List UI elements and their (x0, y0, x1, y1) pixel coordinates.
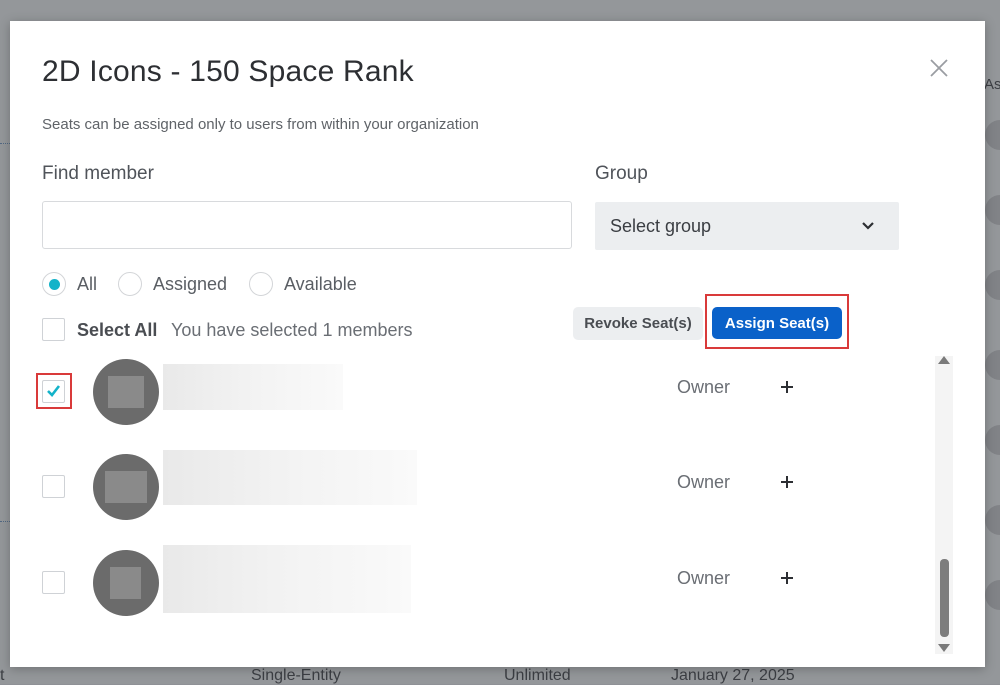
group-select[interactable]: Select group (595, 202, 899, 250)
member-checkbox[interactable] (42, 571, 65, 594)
find-member-label: Find member (42, 163, 154, 184)
filter-all-radio[interactable] (42, 272, 66, 296)
member-name-redacted (163, 545, 411, 613)
plus-icon[interactable] (780, 475, 794, 489)
member-row: Owner (10, 354, 940, 444)
avatar-placeholder (110, 567, 141, 599)
revoke-seats-button[interactable]: Revoke Seat(s) (573, 307, 703, 340)
scroll-down-arrow-icon[interactable] (938, 644, 950, 652)
group-select-value: Select group (610, 216, 712, 236)
modal-title: 2D Icons - 150 Space Rank (42, 55, 414, 88)
filter-assigned-label: Assigned (153, 274, 228, 294)
member-row: Owner (10, 450, 940, 540)
group-label: Group (595, 163, 648, 184)
filter-available-label: Available (284, 274, 357, 294)
member-role: Owner (677, 568, 731, 588)
member-list: Owner Owner Owner (10, 354, 955, 654)
plus-icon[interactable] (780, 380, 794, 394)
member-name-redacted (163, 450, 417, 505)
member-name-redacted (163, 364, 343, 410)
member-role: Owner (677, 472, 731, 492)
select-all-checkbox[interactable] (42, 318, 65, 341)
assign-seats-modal: 2D Icons - 150 Space Rank Seats can be a… (10, 21, 985, 667)
avatar-placeholder (105, 471, 147, 503)
close-icon (930, 59, 948, 77)
avatar (93, 359, 159, 425)
filter-assigned-radio[interactable] (118, 272, 142, 296)
selection-status: You have selected 1 members (171, 320, 413, 340)
member-checkbox[interactable] (42, 380, 65, 403)
member-list-scrollbar[interactable] (935, 356, 953, 654)
member-role: Owner (677, 377, 731, 397)
filter-available-radio[interactable] (249, 272, 273, 296)
assign-seats-button[interactable]: Assign Seat(s) (712, 307, 842, 339)
filter-all-label: All (77, 274, 98, 294)
checkmark-icon (47, 385, 61, 397)
scroll-up-arrow-icon[interactable] (938, 356, 950, 364)
chevron-down-icon (862, 222, 874, 230)
member-row: Owner (10, 545, 940, 635)
avatar (93, 550, 159, 616)
find-member-input[interactable] (42, 201, 572, 249)
plus-icon[interactable] (780, 571, 794, 585)
select-all-label: Select All (77, 320, 158, 340)
avatar (93, 454, 159, 520)
close-button[interactable] (928, 57, 950, 79)
scrollbar-thumb[interactable] (940, 559, 949, 637)
modal-subtitle: Seats can be assigned only to users from… (42, 116, 479, 133)
member-checkbox[interactable] (42, 475, 65, 498)
avatar-placeholder (108, 376, 144, 408)
radio-selected-dot (49, 279, 60, 290)
